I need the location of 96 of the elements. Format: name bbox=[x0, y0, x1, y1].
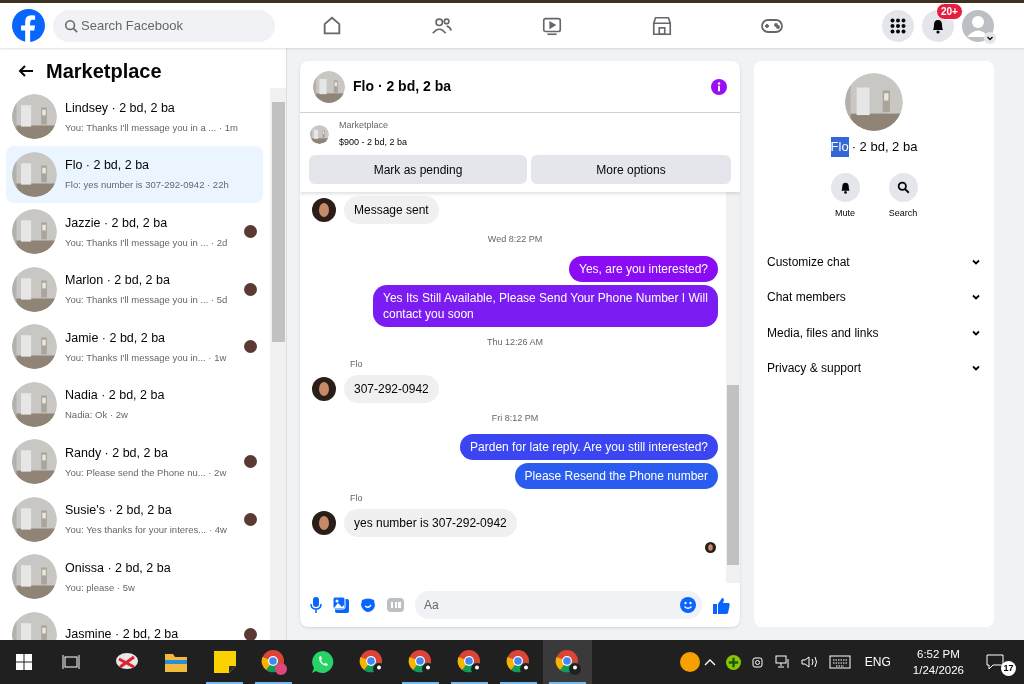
taskbar-button[interactable] bbox=[543, 640, 592, 684]
chrome-icon[interactable] bbox=[358, 649, 385, 675]
grid-icon bbox=[890, 17, 906, 34]
message-bubble: Yes, are you interested? bbox=[569, 255, 718, 282]
avatar-icon bbox=[705, 541, 716, 553]
conversation-name: Nadia · 2 bd, 2 ba bbox=[65, 387, 166, 405]
notification-center-button[interactable]: 17 bbox=[986, 647, 1016, 677]
message-bubble: Parden for late reply. Are you still interested? bbox=[460, 434, 718, 460]
action-button[interactable]: Mark as pending bbox=[309, 155, 527, 184]
message-preview: You: Thanks I'll message you in a ... · 1m bbox=[65, 120, 239, 135]
sender-name: Flo bbox=[350, 358, 364, 371]
chat-title: Flo · 2 bd, 2 ba bbox=[353, 77, 451, 96]
message-bubble: 307-292-0942 bbox=[344, 374, 439, 403]
listing-source: Marketplace bbox=[339, 119, 390, 132]
contact-name: Flo bbox=[830, 137, 849, 157]
message-bubble: yes number is 307-292-0942 bbox=[344, 508, 517, 537]
accordion-item[interactable]: Media, files and links bbox=[767, 315, 981, 351]
sticky-note-icon[interactable] bbox=[213, 651, 236, 673]
volume-icon[interactable] bbox=[800, 655, 819, 669]
bell-icon bbox=[930, 17, 946, 34]
menu-button[interactable] bbox=[882, 9, 914, 42]
accordion-item[interactable]: Privacy & support bbox=[767, 350, 981, 386]
action-button[interactable]: More options bbox=[531, 155, 731, 184]
listing-title: $900 - 2 bd, 2 ba bbox=[339, 135, 408, 149]
conversation-item[interactable]: Jazzie · 2 bd, 2 ba You: Thanks I'll message you in ... · 2d bbox=[6, 203, 263, 261]
chrome-icon[interactable] bbox=[260, 649, 287, 675]
chevron-up-icon[interactable] bbox=[703, 657, 716, 667]
conversation-name: Jamie · 2 bd, 2 ba bbox=[65, 329, 167, 347]
chrome-icon[interactable] bbox=[554, 649, 581, 675]
conversation-item[interactable]: Onissa · 2 bd, 2 ba You: please · 5w bbox=[6, 548, 263, 606]
status-icon[interactable] bbox=[680, 652, 700, 672]
network-icon[interactable] bbox=[774, 655, 791, 669]
camera-icon[interactable] bbox=[750, 655, 765, 669]
timestamp: Thu 12:26 AM bbox=[486, 335, 543, 349]
emoji-icon[interactable] bbox=[680, 597, 696, 613]
message-preview: You: Yes thanks for your interes... · 4w bbox=[65, 523, 228, 537]
thumbs-up-icon[interactable] bbox=[713, 596, 730, 614]
conversation-name: Lindsey · 2 bd, 2 ba bbox=[65, 99, 176, 117]
back-arrow-icon[interactable] bbox=[18, 63, 34, 79]
avatar-icon bbox=[312, 376, 336, 401]
message-bubble: Yes Its Still Available, Please Send Your Phone Number I Will contact you soon bbox=[373, 284, 718, 327]
message-preview: Flo: yes number is 307-292-0942 · 22h bbox=[65, 178, 230, 192]
search-field[interactable]: Search Facebook bbox=[53, 9, 275, 42]
chrome-icon[interactable] bbox=[407, 649, 434, 675]
accordion-item[interactable]: Customize chat bbox=[767, 244, 981, 280]
chrome-icon[interactable] bbox=[456, 649, 483, 675]
folder-icon[interactable] bbox=[163, 651, 188, 673]
conversation-item[interactable]: Nadia · 2 bd, 2 ba Nadia: Ok · 2w bbox=[6, 375, 263, 433]
notification-count: 17 bbox=[1001, 661, 1016, 676]
message-preview: You: please · 5w bbox=[65, 580, 136, 595]
page-title: Marketplace bbox=[46, 59, 162, 84]
message-preview: You: Thanks I'll message you in... · 1w bbox=[65, 350, 228, 365]
timestamp: Fri 8:12 PM bbox=[491, 411, 539, 425]
message-preview: Nadia: Ok · 2w bbox=[65, 408, 129, 422]
message-preview: You: Thanks I'll message you in ... · 5d bbox=[65, 293, 229, 307]
listing-label: · 2 bd, 2 ba bbox=[851, 138, 918, 156]
chrome-icon[interactable] bbox=[505, 649, 532, 675]
search-icon bbox=[896, 180, 910, 194]
sticker-icon[interactable] bbox=[360, 597, 376, 613]
conversation-item[interactable]: Lindsey · 2 bd, 2 ba You: Thanks I'll message you in a ... · 1m bbox=[6, 88, 263, 146]
plus-icon[interactable] bbox=[725, 654, 741, 670]
message-field[interactable]: Aa bbox=[415, 591, 702, 619]
conversation-item[interactable]: Flo · 2 bd, 2 ba Flo: yes number is 307-292-0942 · 22h bbox=[6, 145, 263, 203]
conversation-name: Flo · 2 bd, 2 ba bbox=[65, 157, 151, 175]
info-icon[interactable] bbox=[711, 78, 727, 95]
clock[interactable]: 6:52 PM 1/24/2026 bbox=[912, 646, 964, 678]
conversation-name: Onissa · 2 bd, 2 ba bbox=[65, 559, 172, 577]
message-bubble: Message sent bbox=[344, 196, 439, 224]
search-icon bbox=[64, 18, 78, 33]
conversation-item[interactable]: Marlon · 2 bd, 2 ba You: Thanks I'll message you in ... · 5d bbox=[6, 260, 263, 318]
conversation-item[interactable]: Jamie · 2 bd, 2 ba You: Thanks I'll message you in... · 1w bbox=[6, 318, 263, 376]
conversation-name: Jasmine · 2 bd, 2 ba bbox=[65, 625, 180, 640]
microphone-icon[interactable] bbox=[310, 597, 322, 613]
conversation-item[interactable]: Randy · 2 bd, 2 ba You: Please send the Phone nu... · 2w bbox=[6, 433, 263, 491]
language-indicator[interactable]: ENG bbox=[864, 653, 891, 671]
conversation-item[interactable]: Susie's · 2 bd, 2 ba You: Yes thanks for your interes... · 4w bbox=[6, 490, 263, 548]
message-icon bbox=[986, 654, 1004, 670]
message-preview: You: Please send the Phone nu... · 2w bbox=[65, 465, 228, 480]
task-view-icon[interactable] bbox=[62, 654, 80, 670]
caret-icon bbox=[984, 31, 996, 44]
conversation-name: Jazzie · 2 bd, 2 ba bbox=[65, 214, 169, 232]
chat-bubble-icon[interactable] bbox=[309, 649, 336, 675]
keyboard-icon[interactable] bbox=[828, 655, 851, 669]
conversation-name: Marlon · 2 bd, 2 ba bbox=[65, 272, 171, 290]
conversation-name: Randy · 2 bd, 2 ba bbox=[65, 444, 169, 462]
avatar-icon bbox=[312, 198, 336, 222]
logo-icon[interactable] bbox=[12, 9, 45, 42]
accordion-item[interactable]: Chat members bbox=[767, 279, 981, 315]
message-bubble: Please Resend the Phone number bbox=[514, 463, 718, 489]
sender-name: Flo bbox=[350, 492, 364, 505]
conversation-name: Susie's · 2 bd, 2 ba bbox=[65, 502, 173, 520]
photo-icon[interactable] bbox=[333, 597, 349, 613]
start-icon[interactable] bbox=[16, 654, 32, 670]
message-preview: You: Thanks I'll message you in ... · 2d bbox=[65, 235, 229, 250]
avatar-icon bbox=[312, 510, 336, 535]
timestamp: Wed 8:22 PM bbox=[487, 233, 543, 246]
